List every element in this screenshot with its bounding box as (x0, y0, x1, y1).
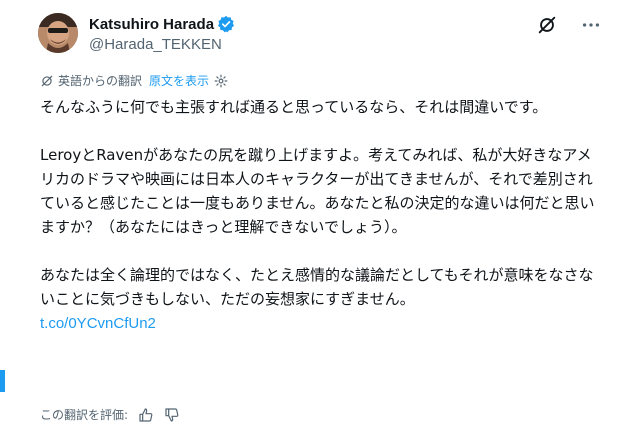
author-handle[interactable]: @Harada_TEKKEN (89, 36, 235, 53)
author-block: Katsuhiro Harada @Harada_TEKKEN (89, 14, 235, 53)
more-icon[interactable] (580, 14, 602, 36)
tweet-paragraph-2: LeroyとRavenがあなたの尻を蹴り上げますよ。考えてみれば、私が大好きなア… (40, 146, 595, 236)
author-display-name[interactable]: Katsuhiro Harada (89, 16, 214, 33)
tweet-paragraph-1: そんなふうに何でも主張すれば通ると思っているなら、それは間違いです。 (40, 98, 548, 116)
tweet-body: そんなふうに何でも主張すれば通ると思っているなら、それは間違いです。 Leroy… (40, 95, 606, 336)
tweet-paragraph-3: あなたは全く論理的ではなく、たとえ感情的な議論だとしてもそれが意味をなさないこと… (40, 266, 594, 308)
rate-translation-label: この翻訳を評価: (40, 408, 129, 422)
thumbs-up-icon[interactable] (138, 407, 154, 423)
tweet: Katsuhiro Harada @Harada_TEKKEN 英語からの翻訳 … (0, 0, 624, 430)
avatar-image (38, 13, 78, 53)
focus-indicator (0, 370, 5, 392)
grok-icon[interactable] (536, 14, 558, 36)
tweet-link[interactable]: t.co/0YCvnCfUn2 (40, 315, 156, 332)
translation-label: 英語からの翻訳 (58, 74, 143, 88)
gear-icon[interactable] (214, 74, 228, 88)
tweet-actions-top (536, 14, 602, 36)
avatar[interactable] (38, 13, 78, 53)
author-name-row: Katsuhiro Harada (89, 14, 235, 34)
verified-badge-icon (217, 15, 235, 33)
translation-bar: 英語からの翻訳 原文を表示 (40, 72, 228, 89)
translate-icon (40, 74, 54, 88)
rate-translation-row: この翻訳を評価: (40, 406, 180, 423)
thumbs-down-icon[interactable] (164, 407, 180, 423)
show-original-link[interactable]: 原文を表示 (149, 72, 209, 89)
